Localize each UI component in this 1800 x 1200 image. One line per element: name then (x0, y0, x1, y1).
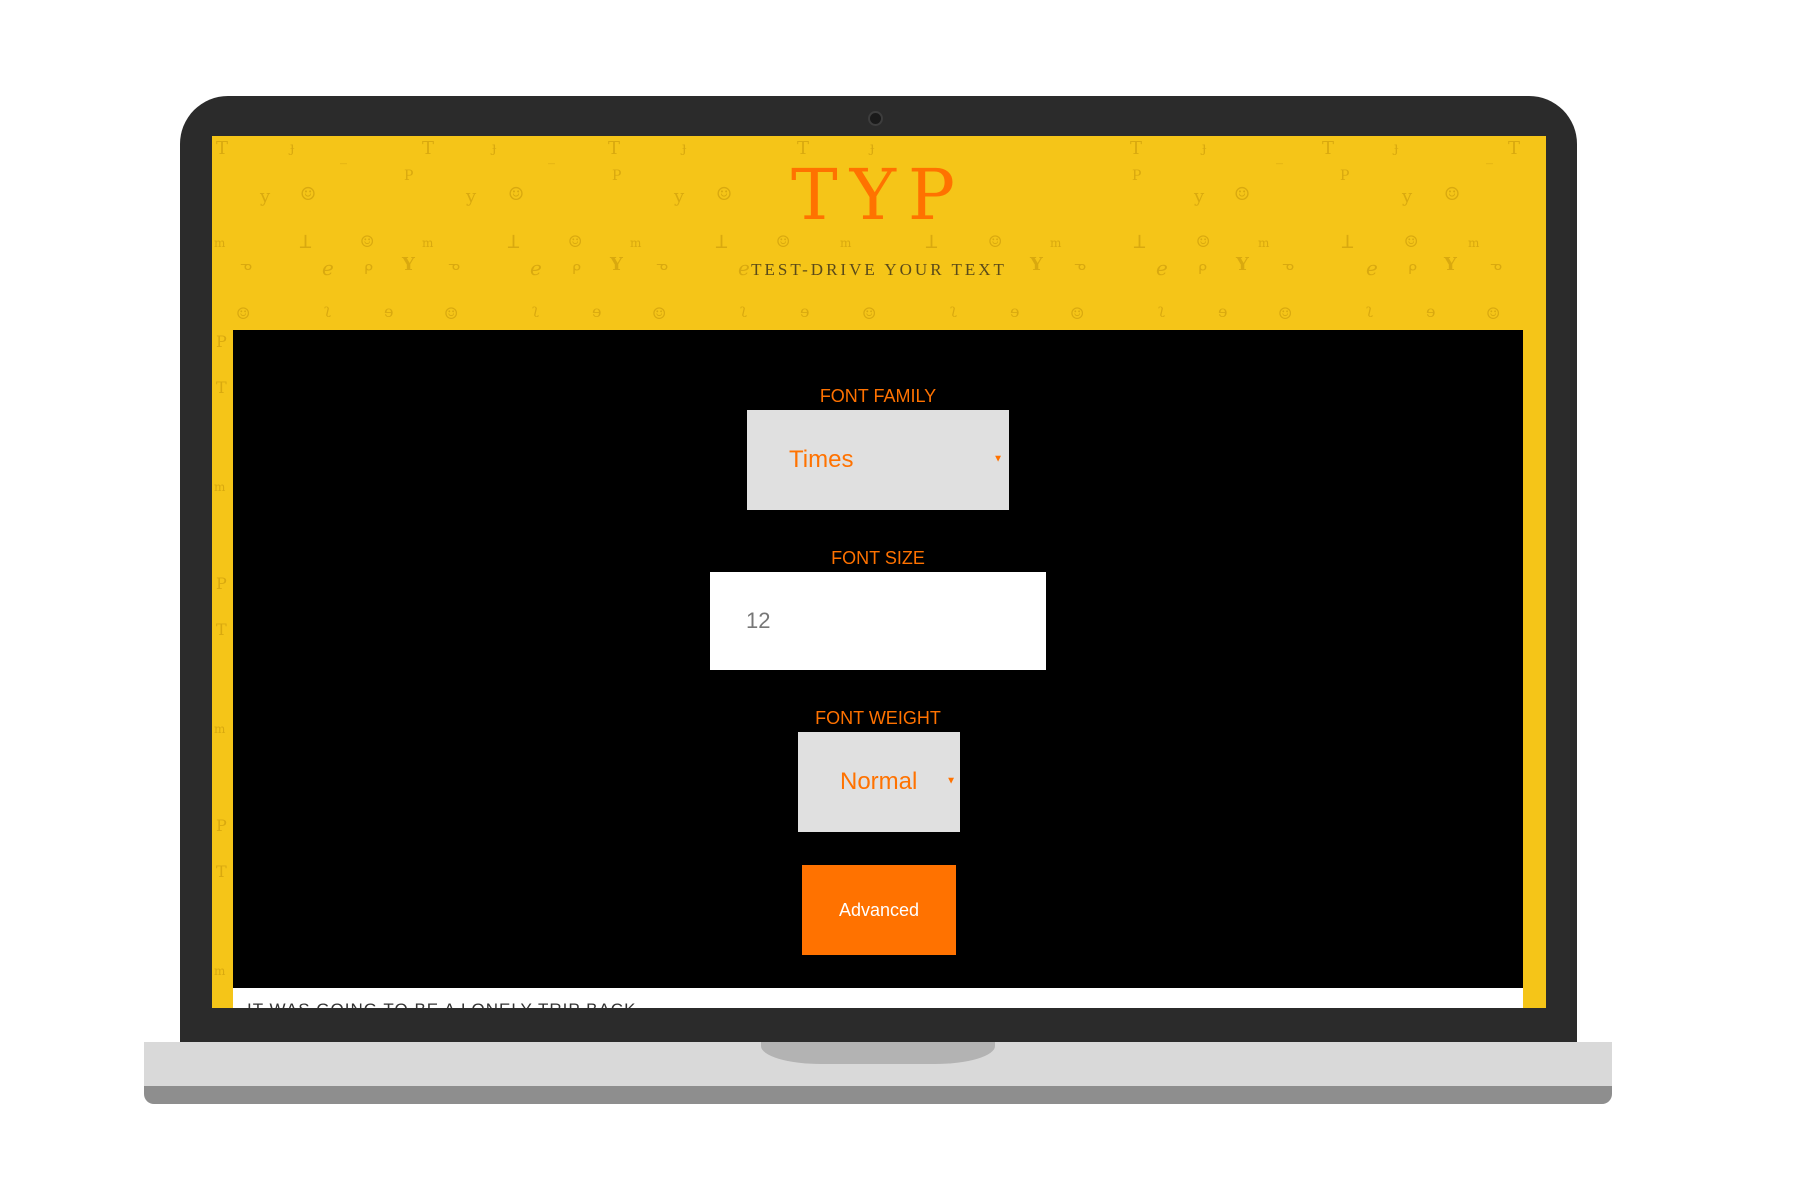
app-tagline: TEST-DRIVE YOUR TEXT (751, 260, 1007, 279)
font-weight-label: FONT WEIGHT (815, 708, 941, 728)
preview-area: IT WAS GOING TO BE A LONELY TRIP BACK. (233, 988, 1523, 1008)
font-weight-value: Normal (840, 768, 918, 795)
font-size-input[interactable]: 12 (710, 572, 1046, 670)
font-size-label: FONT SIZE (831, 548, 925, 568)
advanced-button[interactable]: Advanced (802, 865, 956, 955)
controls-panel: FONT FAMILY Times ▼ FONT SIZE 12 FONT WE… (233, 330, 1523, 988)
camera-icon (868, 111, 883, 126)
laptop-notch (761, 1042, 995, 1064)
app-screen: T ɟ T ɟ T ɟ T ɟ T ɟ T ɟ T y ☺ ‾ P y ☺ ‾ … (212, 136, 1546, 1008)
font-family-select[interactable]: Times ▼ (747, 410, 1009, 510)
caret-down-icon: ▼ (946, 775, 956, 787)
font-family-value: Times (789, 446, 854, 473)
font-size-value: 12 (746, 608, 771, 633)
app-title: TYP (791, 154, 967, 236)
font-family-label: FONT FAMILY (819, 386, 937, 406)
laptop-base-shadow (144, 1086, 1612, 1104)
caret-down-icon: ▼ (993, 453, 1003, 465)
preview-text: IT WAS GOING TO BE A LONELY TRIP BACK. (247, 1000, 642, 1008)
font-weight-select[interactable]: Normal ▼ (798, 732, 960, 832)
